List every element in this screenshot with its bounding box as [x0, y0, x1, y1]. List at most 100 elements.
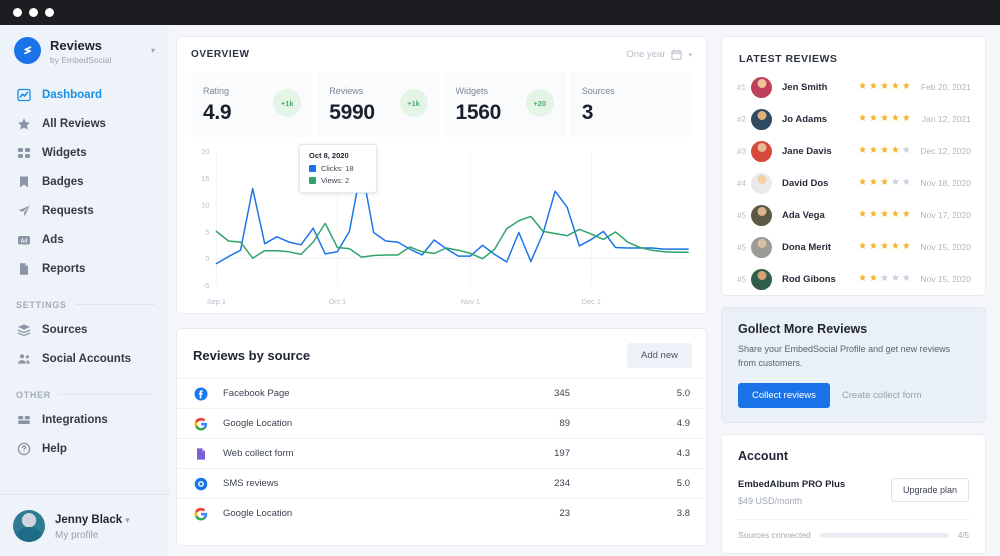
collect-reviews-button[interactable]: Collect reviews — [738, 383, 830, 408]
list-item[interactable]: #5 Ada Vega ★ ★ ★ ★ ★ Nov 17, 2020 — [722, 199, 985, 231]
brand-subtitle: by EmbedSocial — [50, 54, 112, 65]
brand-title: Reviews — [50, 38, 103, 53]
latest-reviews-card: LATEST REVIEWS #1 Jen Smith ★ ★ ★ ★ ★ Feb 20, 2… — [721, 36, 986, 296]
sidebar-item-sources[interactable]: Sources — [0, 316, 169, 345]
rating-stars: ★ ★ ★ ★ ★ — [858, 242, 911, 252]
svg-text:-5: -5 — [203, 281, 210, 290]
svg-text:0: 0 — [205, 254, 209, 263]
status-badge: +20 — [525, 89, 554, 117]
profile-subtitle[interactable]: My profile — [55, 530, 130, 541]
star-icon: ★ — [901, 177, 911, 188]
sidebar-item-label: Widgets — [42, 147, 87, 160]
user-profile[interactable]: Jenny Black ▾ My profile — [0, 494, 169, 556]
account-plan-price: $49 USD/month — [738, 496, 803, 506]
sidebar-item-label: Dashboard — [42, 89, 103, 102]
table-row[interactable]: SMS reviews 234 5.0 — [177, 468, 706, 498]
sidebar-item-label: Sources — [42, 324, 88, 337]
sidebar-item-badges[interactable]: Badges — [0, 168, 169, 197]
review-rank: #1 — [737, 82, 746, 92]
calendar-icon — [671, 49, 683, 60]
source-rating: 4.3 — [676, 448, 690, 459]
list-item[interactable]: #5 Rod Gibons ★ ★ ★ ★ ★ Nov 15, 2020 — [722, 263, 985, 295]
star-icon: ★ — [890, 113, 900, 124]
list-item[interactable]: #3 Jane Davis ★ ★ ★ ★ ★ Dec 12, 2020 — [722, 135, 985, 167]
source-name: Google Location — [223, 418, 293, 429]
review-rank: #4 — [737, 178, 746, 188]
file-icon — [193, 447, 209, 461]
star-icon: ★ — [858, 81, 867, 92]
sidebar-item-integrations[interactable]: Integrations — [0, 406, 169, 435]
stat-label: Rating — [203, 86, 230, 96]
sidebar-item-all-reviews[interactable]: All Reviews — [0, 110, 169, 139]
date-range-label: One year — [626, 49, 666, 60]
list-item[interactable]: #2 Jo Adams ★ ★ ★ ★ ★ Jan 12, 2021 — [722, 103, 985, 135]
sidebar-item-dashboard[interactable]: Dashboard — [0, 81, 169, 110]
table-row[interactable]: Google Location 23 3.8 — [177, 498, 706, 528]
window-maximize-dot[interactable] — [45, 8, 54, 17]
star-icon: ★ — [868, 81, 878, 92]
google-icon — [193, 507, 209, 521]
sidebar-item-label: Social Accounts — [42, 353, 132, 366]
svg-text:Nov 1: Nov 1 — [461, 297, 480, 306]
star-icon: ★ — [901, 209, 911, 220]
stat-card-sources: Sources 3 — [569, 72, 692, 137]
source-list: Facebook Page 345 5.0 Google Location 89 4.9 W… — [177, 378, 706, 528]
sidebar-item-label: Requests — [42, 205, 94, 218]
table-row[interactable]: Google Location 89 4.9 — [177, 408, 706, 438]
star-icon: ★ — [890, 177, 900, 188]
stat-label: Widgets — [455, 86, 489, 96]
star-icon: ★ — [868, 241, 878, 252]
list-item[interactable]: #1 Jen Smith ★ ★ ★ ★ ★ Feb 20, 2021 — [722, 71, 985, 103]
status-badge: +1k — [399, 89, 428, 117]
latest-reviews-list: #1 Jen Smith ★ ★ ★ ★ ★ Feb 20, 2021 #2 Jo Adams ★ ★… — [722, 71, 985, 295]
source-name: SMS reviews — [223, 478, 279, 489]
collect-card-title: Gollect More Reviews — [738, 322, 868, 336]
sms-icon — [193, 477, 209, 491]
star-icon: ★ — [879, 113, 889, 124]
sidebar: Reviews by EmbedSocial ▾ Dashboard All R… — [0, 25, 169, 556]
brand-header[interactable]: Reviews by EmbedSocial ▾ — [0, 25, 169, 75]
sidebar-item-requests[interactable]: Requests — [0, 197, 169, 226]
paper-plane-icon — [16, 204, 31, 219]
puzzle-icon — [16, 413, 31, 428]
chevron-down-icon[interactable]: ▾ — [688, 51, 692, 59]
sidebar-item-reports[interactable]: Reports — [0, 255, 169, 284]
sidebar-item-widgets[interactable]: Widgets — [0, 139, 169, 168]
star-icon: ★ — [901, 241, 911, 252]
date-range-selector[interactable]: One year ▾ — [626, 49, 692, 60]
progress-label: Sources connected — [738, 530, 811, 540]
create-collect-form-link[interactable]: Create collect form — [842, 390, 922, 401]
app-window: Reviews by EmbedSocial ▾ Dashboard All R… — [0, 0, 1000, 556]
upgrade-plan-button[interactable]: Upgrade plan — [890, 478, 969, 502]
review-rank: #2 — [737, 114, 746, 124]
collect-more-reviews-card: Gollect More Reviews Share your EmbedSoc… — [721, 307, 986, 423]
svg-text:Oct 1: Oct 1 — [329, 297, 347, 306]
reviewer-name: Jen Smith — [782, 81, 828, 93]
window-close-dot[interactable] — [13, 8, 22, 17]
primary-nav: Dashboard All Reviews Widgets Badges Req… — [0, 81, 169, 284]
chevron-down-icon[interactable]: ▾ — [125, 515, 130, 525]
avatar — [751, 140, 772, 162]
sidebar-item-social-accounts[interactable]: Social Accounts — [0, 345, 169, 374]
svg-text:Dec 1: Dec 1 — [582, 297, 601, 306]
star-icon: ★ — [868, 145, 878, 156]
stat-value: 1560 — [455, 101, 502, 124]
table-row[interactable]: Facebook Page 345 5.0 — [177, 378, 706, 408]
svg-text:15: 15 — [201, 174, 209, 183]
list-item[interactable]: #5 Dona Merit ★ ★ ★ ★ ★ Nov 15, 2020 — [722, 231, 985, 263]
sidebar-item-help[interactable]: Help — [0, 435, 169, 464]
table-row[interactable]: Web collect form 197 4.3 — [177, 438, 706, 468]
reviews-by-source-header: Reviews by source Add new — [177, 329, 706, 378]
account-title: Account — [738, 449, 788, 463]
add-new-button[interactable]: Add new — [627, 343, 692, 368]
review-date: Dec 12, 2020 — [920, 146, 971, 156]
analytics-chart[interactable]: 20 15 10 5 0 -5 Sep 1 Oct 1 Nov 1 Dec 1 Oct 8, 20… — [177, 137, 706, 313]
star-icon: ★ — [890, 241, 900, 252]
list-item[interactable]: #4 David Dos ★ ★ ★ ★ ★ Nov 18, 2020 — [722, 167, 985, 199]
layers-icon — [16, 323, 31, 338]
chevron-down-icon[interactable]: ▾ — [151, 46, 159, 55]
window-minimize-dot[interactable] — [29, 8, 38, 17]
star-icon: ★ — [901, 273, 911, 284]
source-rating: 5.0 — [676, 388, 690, 399]
sidebar-item-ads[interactable]: Ad Ads — [0, 226, 169, 255]
